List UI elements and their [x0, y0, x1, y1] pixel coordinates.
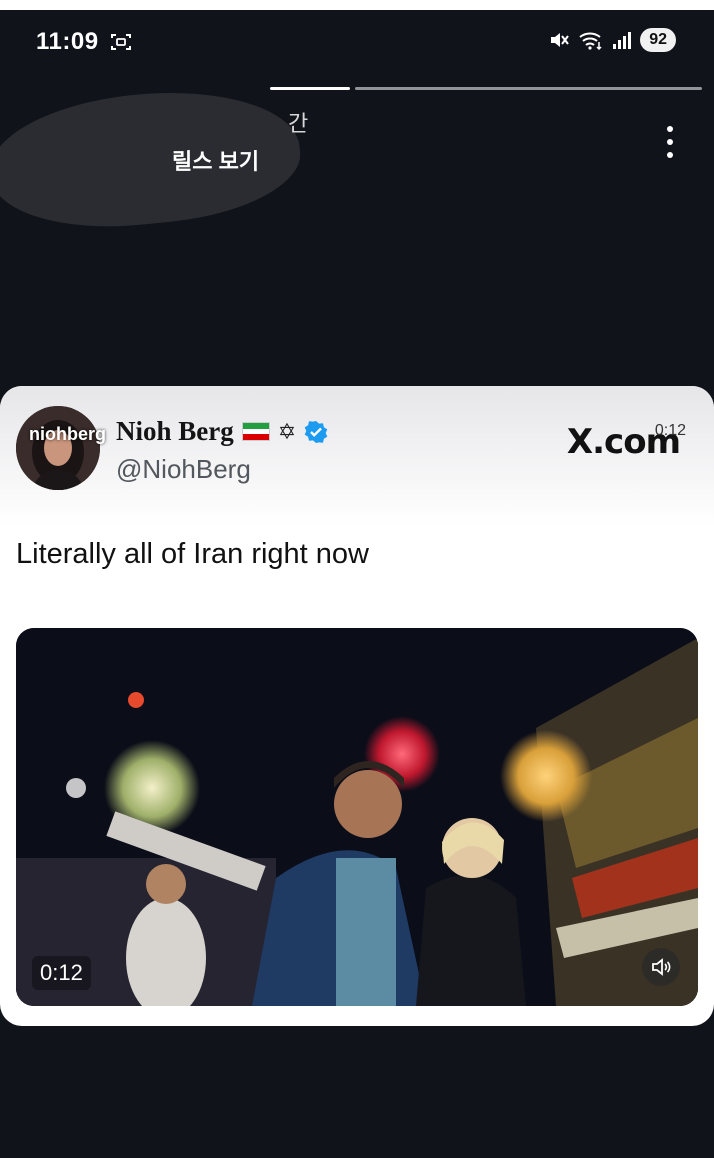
video-duration: 0:12 — [32, 956, 91, 990]
tweet-text: Literally all of Iran right now — [16, 538, 369, 570]
mute-icon — [551, 33, 570, 47]
video-frame — [16, 628, 698, 1006]
tweet-card[interactable]: niohberg Nioh Berg ✡ @NiohBerg X.com 0:1… — [0, 386, 714, 1026]
status-bar: 11:09 92 — [0, 10, 714, 72]
iran-flag-icon — [241, 422, 270, 441]
verified-badge-icon — [304, 420, 328, 443]
screenshot-icon — [111, 34, 131, 50]
status-time: 11:09 — [36, 28, 99, 55]
story-header: 간 릴스 보기 — [0, 78, 714, 240]
phone-screen: 11:09 92 간 릴스 보기 niohberg Nioh Berg ✡ @N… — [0, 10, 714, 1158]
more-dot-icon — [667, 139, 673, 145]
story-time: 간 — [288, 111, 309, 136]
story-progress-segment-done — [270, 87, 350, 90]
more-dot-icon — [667, 126, 673, 132]
story-reels-link[interactable]: 릴스 보기 — [172, 144, 259, 176]
more-dot-icon — [667, 152, 673, 158]
avatar-handle-overlay: niohberg — [29, 424, 106, 444]
volume-button[interactable] — [642, 948, 680, 986]
author-handle[interactable]: @NiohBerg — [116, 454, 251, 485]
wifi-icon — [579, 32, 602, 50]
redacted-area — [0, 78, 306, 240]
story-progress-segment — [355, 87, 702, 90]
author-display-name[interactable]: Nioh Berg — [116, 416, 234, 447]
volume-icon — [652, 958, 671, 976]
avatar[interactable] — [16, 406, 100, 490]
story-progress — [270, 87, 702, 90]
more-options-button[interactable] — [660, 122, 680, 162]
status-icons: 92 — [548, 28, 676, 52]
star-of-david-icon: ✡ — [277, 418, 297, 444]
battery-badge: 92 — [640, 28, 676, 52]
signal-icon — [613, 32, 632, 49]
avatar-image — [16, 406, 100, 490]
author-name-row: Nioh Berg ✡ — [116, 416, 328, 447]
video-time-overlay: 0:12 — [654, 422, 686, 439]
tweet-video[interactable]: 0:12 — [16, 628, 698, 1006]
